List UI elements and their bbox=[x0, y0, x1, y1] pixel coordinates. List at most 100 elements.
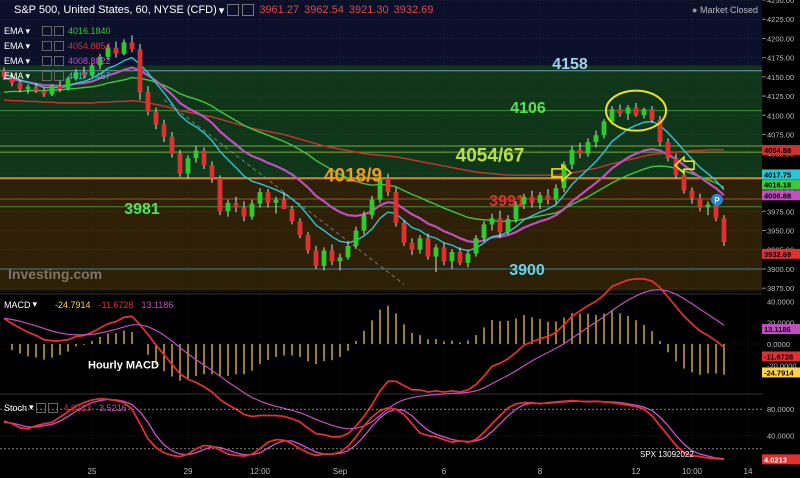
axis-tick-label: 3950.00 bbox=[767, 227, 794, 236]
close-icon[interactable] bbox=[54, 71, 64, 81]
candle-body bbox=[305, 235, 311, 251]
ema-legend-name[interactable]: EMA ▾ bbox=[4, 71, 40, 82]
candle-body bbox=[665, 142, 671, 159]
level-label: 4054/67 bbox=[456, 146, 525, 167]
pivot-marker-label: P bbox=[714, 196, 720, 205]
price-tag-label: 4054.88 bbox=[764, 146, 791, 155]
macd-legend-value-2: -11.6728 bbox=[98, 299, 134, 310]
candle-body bbox=[577, 149, 583, 154]
candle-body bbox=[697, 198, 703, 208]
candle-body bbox=[337, 257, 343, 262]
candle-body bbox=[193, 150, 199, 159]
candle-body bbox=[649, 109, 655, 120]
chart-title: S&P 500, United States, 60, NYSE (CFD) bbox=[14, 4, 217, 16]
price-tag-label: 4016.18 bbox=[764, 181, 791, 190]
chart-window: 4158 4106 4054/67 4018/9 3991 3981 3900 P Hourl… bbox=[0, 0, 800, 478]
ema-legend-row: EMA ▾ 4054.8854 bbox=[4, 40, 111, 52]
ema-legend-name[interactable]: EMA ▾ bbox=[4, 56, 40, 67]
x-tick-label: 14 bbox=[744, 467, 753, 476]
close-icon[interactable] bbox=[54, 56, 64, 66]
close-icon[interactable] bbox=[54, 41, 64, 51]
ema-legend-name[interactable]: EMA ▾ bbox=[4, 41, 40, 52]
candle-body bbox=[601, 121, 607, 136]
candle-body bbox=[465, 253, 471, 263]
price-tag-label: 13.1186 bbox=[764, 325, 791, 334]
x-tick-label: 12:00 bbox=[250, 467, 271, 476]
candle-body bbox=[593, 135, 599, 143]
ema-legend-name[interactable]: EMA ▾ bbox=[4, 26, 40, 37]
settings-icon[interactable] bbox=[35, 402, 46, 413]
axis-tick-label: 3875.00 bbox=[767, 284, 794, 293]
candle-body bbox=[225, 202, 231, 212]
candle-body bbox=[113, 47, 119, 54]
dropdown-caret-icon[interactable]: ▾ bbox=[33, 299, 38, 310]
axis-tick-label: 3975.00 bbox=[767, 207, 794, 216]
settings-icon[interactable] bbox=[227, 4, 240, 16]
candle-body bbox=[473, 238, 479, 254]
dropdown-caret-icon[interactable]: ▾ bbox=[29, 402, 34, 413]
candle-body bbox=[625, 107, 631, 114]
level-label: 3991 bbox=[489, 193, 525, 210]
candle-body bbox=[121, 42, 127, 54]
settings-icon[interactable] bbox=[42, 26, 52, 36]
candle-body bbox=[633, 107, 639, 116]
ema-legend-value: 4017.7467 bbox=[68, 71, 111, 81]
candle-body bbox=[553, 188, 559, 200]
stoch-legend-value-1: 4.0213 bbox=[63, 402, 92, 413]
candle-body bbox=[217, 178, 223, 212]
candle-body bbox=[233, 202, 239, 208]
candle-body bbox=[129, 42, 135, 50]
close-icon[interactable] bbox=[54, 26, 64, 36]
ema-legend-value: 4008.8822 bbox=[68, 56, 111, 66]
close-icon[interactable] bbox=[47, 402, 58, 413]
close-icon[interactable] bbox=[242, 4, 255, 16]
axis-tick-label: 0.0000 bbox=[767, 340, 790, 349]
settings-icon[interactable] bbox=[42, 56, 52, 66]
candle-body bbox=[681, 175, 687, 191]
stoch-legend: Stoch ▾ 4.0213 3.5216 bbox=[4, 402, 127, 413]
macd-title: Hourly MACD bbox=[88, 359, 159, 371]
candle-body bbox=[33, 86, 39, 91]
candle-body bbox=[145, 92, 151, 112]
status-dot-icon: ● bbox=[692, 5, 698, 15]
candle-body bbox=[569, 149, 575, 165]
ohlc-open: 3961.27 bbox=[259, 4, 300, 16]
candle-body bbox=[313, 250, 319, 266]
candle-body bbox=[689, 190, 695, 199]
candle-body bbox=[137, 49, 143, 93]
price-tag-label: -24.7914 bbox=[764, 368, 794, 377]
candle-body bbox=[433, 247, 439, 257]
ema-legend-value: 4054.8854 bbox=[68, 41, 111, 51]
macd-legend-name: MACD bbox=[4, 299, 31, 310]
candle-body bbox=[281, 199, 287, 210]
level-label: 3981 bbox=[124, 201, 160, 218]
candle-body bbox=[409, 242, 415, 250]
candle-body bbox=[201, 150, 207, 166]
axis-tick-label: 3900.00 bbox=[767, 265, 794, 274]
watermark: Investing.com bbox=[8, 266, 103, 282]
settings-icon[interactable] bbox=[42, 41, 52, 51]
dropdown-caret-icon[interactable]: ▾ bbox=[219, 4, 225, 17]
level-label: 3900 bbox=[509, 262, 545, 279]
candle-body bbox=[441, 247, 447, 262]
market-status: ● Market Closed bbox=[692, 5, 758, 15]
candle-body bbox=[17, 82, 23, 90]
ohlc-close: 3932.69 bbox=[393, 4, 434, 16]
axis-tick-label: 40.0000 bbox=[767, 297, 794, 306]
axis-tick-label: 4150.00 bbox=[767, 73, 794, 82]
candle-body bbox=[585, 142, 591, 154]
settings-icon[interactable] bbox=[42, 71, 52, 81]
candle-body bbox=[49, 86, 55, 95]
candle-body bbox=[345, 245, 351, 258]
x-tick-label: Sep bbox=[333, 467, 348, 476]
candle-body bbox=[273, 199, 279, 203]
market-status-label: Market Closed bbox=[699, 5, 758, 15]
candle-body bbox=[169, 136, 175, 154]
axis-tick-label: 4225.00 bbox=[767, 15, 794, 24]
x-tick-label: 29 bbox=[184, 467, 193, 476]
candle-body bbox=[265, 192, 271, 203]
candle-body bbox=[361, 215, 367, 231]
candle-body bbox=[497, 218, 503, 233]
x-tick-label: 25 bbox=[88, 467, 97, 476]
price-tag-label: 4.0213 bbox=[764, 455, 787, 464]
